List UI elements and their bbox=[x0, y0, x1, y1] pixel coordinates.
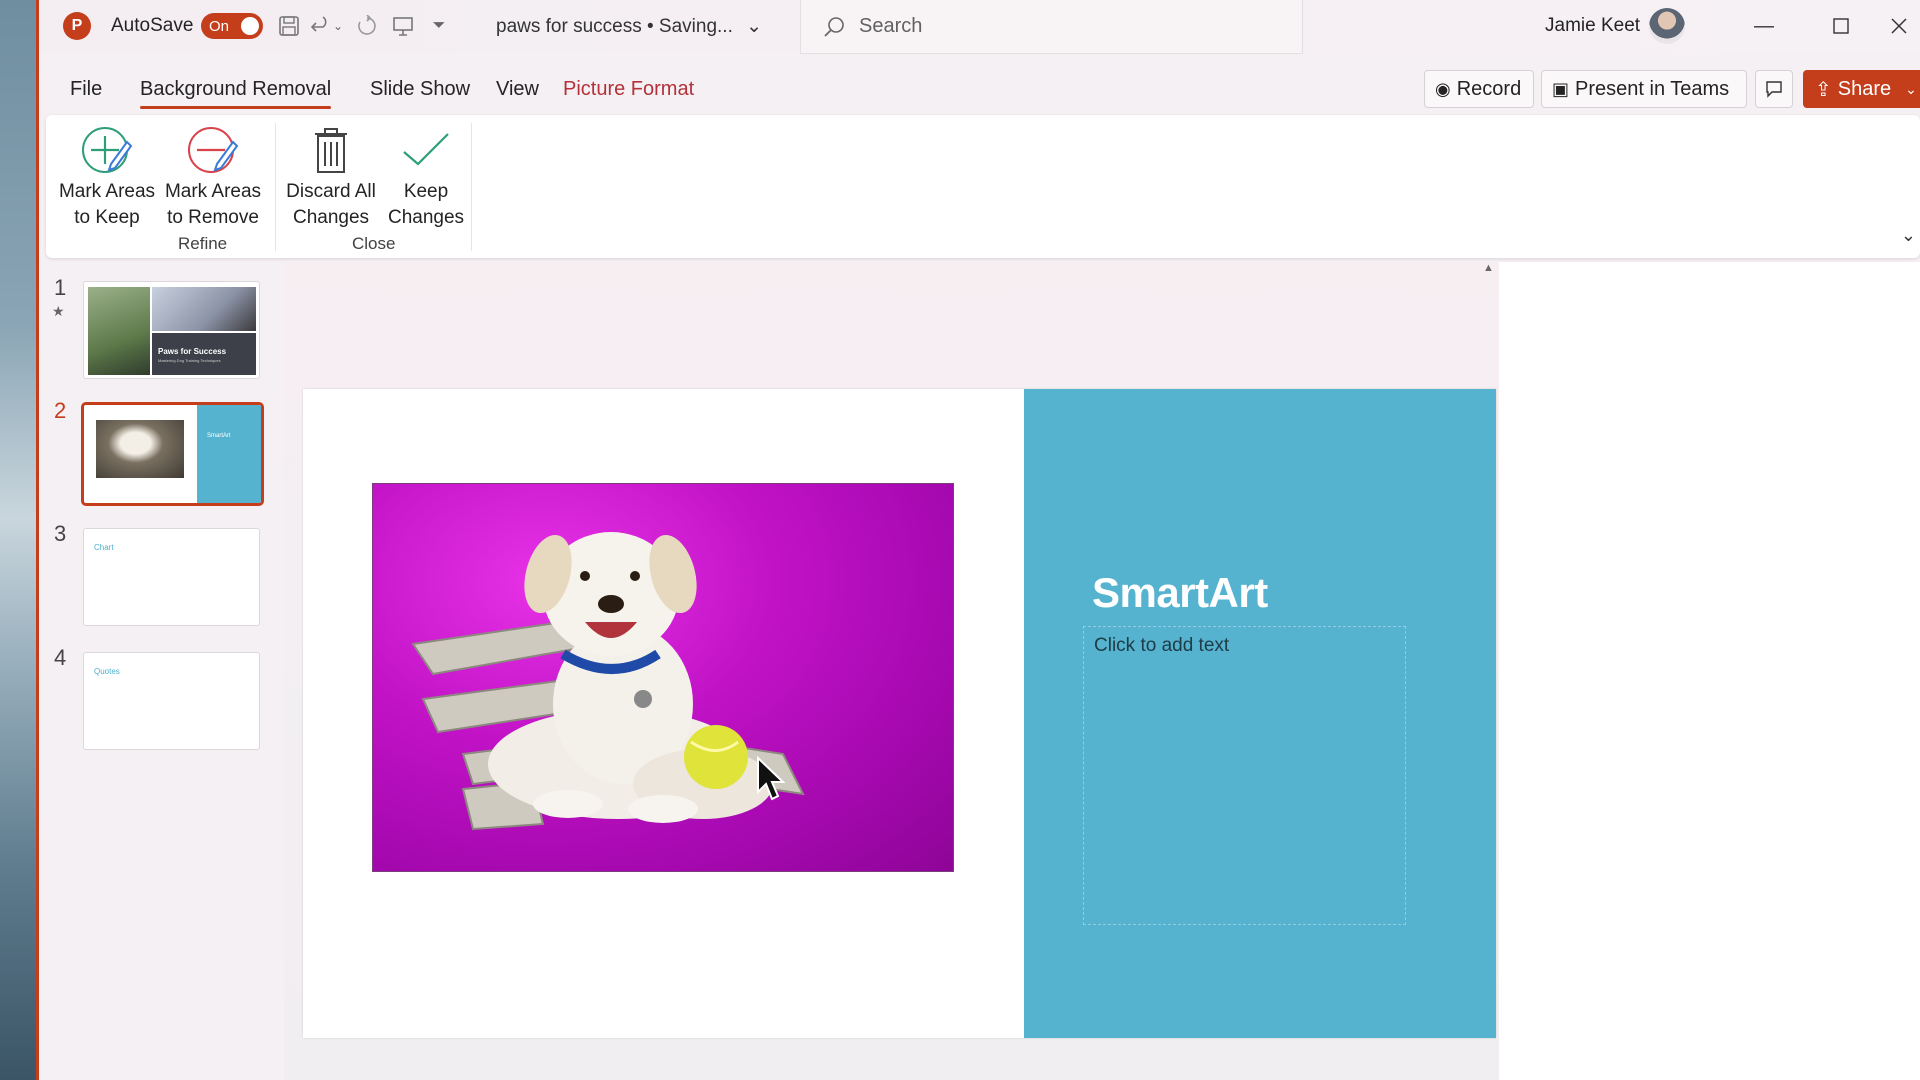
dog-illustration bbox=[411, 532, 805, 831]
autosave-state: On bbox=[209, 17, 230, 35]
search-icon bbox=[824, 16, 844, 37]
maximize-icon[interactable] bbox=[1821, 10, 1861, 42]
slide-heading[interactable]: SmartArt bbox=[1092, 569, 1268, 617]
tab-picture-format[interactable]: Picture Format bbox=[563, 78, 694, 101]
dog-photo-background-removal[interactable] bbox=[372, 483, 954, 872]
present-in-teams-button[interactable]: ▣ Present in Teams bbox=[1541, 70, 1747, 108]
search-placeholder: Search bbox=[859, 15, 923, 37]
comments-button[interactable] bbox=[1755, 70, 1793, 108]
redo-icon[interactable] bbox=[353, 12, 381, 40]
thumbnail-photo bbox=[88, 287, 150, 375]
slide-thumbnail-3[interactable]: Chart bbox=[83, 528, 260, 626]
mark-areas-to-remove-button[interactable]: Mark Areas to Remove bbox=[164, 121, 262, 231]
chevron-down-icon: ⌄ bbox=[746, 16, 763, 37]
share-icon: ⇪ bbox=[1815, 78, 1832, 101]
present-from-start-icon[interactable] bbox=[389, 12, 417, 40]
autosave-toggle[interactable]: On bbox=[201, 13, 263, 39]
mark-keep-icon bbox=[58, 121, 156, 179]
thumbnail-title: SmartArt bbox=[207, 433, 231, 439]
slide-thumbnail-1[interactable]: Paws for Success Mastering Dog Training … bbox=[83, 281, 260, 379]
slide-number: 4 bbox=[54, 645, 67, 670]
document-title[interactable]: paws for success • Saving... ⌄ bbox=[496, 15, 762, 38]
thumbnail-title-block: Paws for Success Mastering Dog Training … bbox=[152, 333, 256, 375]
undo-dropdown-icon[interactable]: ⌄ bbox=[330, 12, 346, 40]
right-pane bbox=[1499, 262, 1920, 1080]
mark-remove-line2: to Remove bbox=[167, 207, 259, 228]
scroll-up-icon[interactable]: ▲ bbox=[1483, 262, 1494, 274]
transition-star-icon: ★ bbox=[52, 303, 65, 319]
keep-changes-button[interactable]: Keep Changes bbox=[386, 121, 466, 231]
thumbnail-subtitle: Mastering Dog Training Techniques bbox=[158, 358, 221, 363]
mark-keep-line1: Mark Areas bbox=[58, 181, 156, 202]
tab-view[interactable]: View bbox=[496, 78, 539, 101]
powerpoint-window: P AutoSave On ⌄ ⏷ paws for success • Sav… bbox=[39, 0, 1920, 1080]
mark-areas-to-keep-button[interactable]: Mark Areas to Keep bbox=[58, 121, 156, 231]
title-bar: P AutoSave On ⌄ ⏷ paws for success • Sav… bbox=[39, 0, 1920, 54]
present-in-teams-label: Present in Teams bbox=[1575, 77, 1730, 100]
ribbon: Mark Areas to Keep Mark Areas to Remove … bbox=[46, 115, 1920, 258]
close-icon[interactable] bbox=[1879, 10, 1919, 42]
keep-line2: Changes bbox=[387, 207, 465, 228]
text-placeholder-frame[interactable] bbox=[1083, 626, 1406, 925]
close-group-label: Close bbox=[352, 234, 396, 253]
slide-number: 3 bbox=[54, 521, 67, 546]
teams-icon: ▣ bbox=[1552, 78, 1570, 99]
comment-icon bbox=[1766, 81, 1782, 98]
trash-icon bbox=[282, 121, 380, 179]
refine-group-label: Refine bbox=[178, 234, 228, 253]
toggle-knob bbox=[241, 17, 259, 35]
slide-number: 1 bbox=[54, 275, 67, 300]
customize-toolbar-icon[interactable]: ⏷ bbox=[425, 12, 453, 40]
slide-thumbnail-2[interactable]: SmartArt bbox=[81, 402, 264, 506]
share-button[interactable]: ⇪ Share ⌄ bbox=[1803, 70, 1920, 108]
group-divider bbox=[275, 123, 276, 251]
record-label: Record bbox=[1456, 77, 1522, 100]
share-dropdown-icon: ⌄ bbox=[1905, 80, 1917, 97]
group-divider bbox=[471, 123, 472, 251]
thumbnail-photo bbox=[96, 420, 184, 478]
save-icon[interactable] bbox=[275, 12, 303, 40]
mouse-cursor-icon bbox=[756, 755, 786, 807]
current-slide[interactable]: SmartArt Click to add text bbox=[303, 389, 1496, 1038]
share-label: Share bbox=[1837, 77, 1892, 100]
thumbnail-photo bbox=[152, 287, 256, 331]
minimize-icon[interactable]: — bbox=[1744, 10, 1784, 42]
keep-line1: Keep bbox=[403, 181, 449, 202]
smartart-panel: SmartArt Click to add text bbox=[1024, 389, 1496, 1038]
desktop-background bbox=[0, 0, 36, 1080]
discard-line2: Changes bbox=[292, 207, 370, 228]
thumbnail-panel: SmartArt bbox=[197, 405, 261, 503]
thumbnail-title: Quotes bbox=[94, 667, 120, 676]
checkmark-icon bbox=[386, 121, 466, 179]
mark-remove-icon bbox=[164, 121, 262, 179]
ribbon-expand-icon[interactable]: ⌄ bbox=[1901, 225, 1916, 246]
thumbnail-title: Chart bbox=[94, 543, 114, 552]
avatar[interactable] bbox=[1649, 8, 1685, 44]
record-icon: ◉ bbox=[1435, 78, 1451, 99]
document-title-text: paws for success • Saving... bbox=[496, 16, 733, 37]
search-input[interactable]: Search bbox=[800, 0, 1303, 54]
tab-slide-show[interactable]: Slide Show bbox=[370, 78, 470, 101]
discard-all-changes-button[interactable]: Discard All Changes bbox=[282, 121, 380, 231]
tab-file[interactable]: File bbox=[70, 78, 102, 101]
thumbnail-title: Paws for Success bbox=[158, 347, 227, 356]
discard-line1: Discard All bbox=[286, 181, 376, 202]
slide-thumbnail-4[interactable]: Quotes bbox=[83, 652, 260, 750]
mark-keep-line2: to Keep bbox=[74, 207, 140, 228]
tab-background-removal[interactable]: Background Removal bbox=[140, 78, 332, 109]
mark-remove-line1: Mark Areas bbox=[164, 181, 262, 202]
slide-number: 2 bbox=[54, 398, 67, 423]
powerpoint-logo-icon: P bbox=[63, 12, 91, 40]
user-name[interactable]: Jamie Keet bbox=[1545, 15, 1640, 37]
autosave-label: AutoSave bbox=[111, 15, 194, 36]
record-button[interactable]: ◉ Record bbox=[1424, 70, 1534, 108]
text-placeholder[interactable]: Click to add text bbox=[1094, 635, 1229, 657]
